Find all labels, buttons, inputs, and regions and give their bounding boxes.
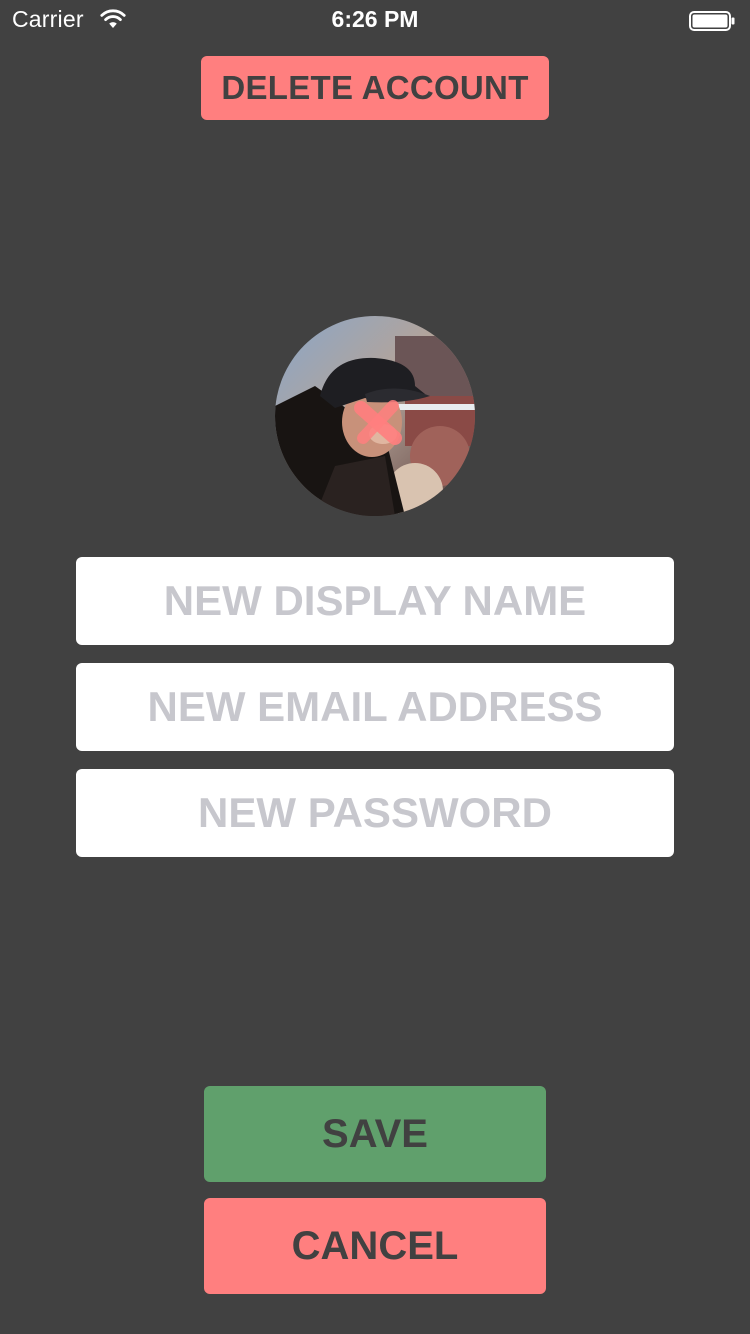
password-field[interactable] bbox=[76, 769, 674, 857]
delete-account-button[interactable]: DELETE ACCOUNT bbox=[201, 56, 549, 120]
status-bar: Carrier 6:26 PM bbox=[0, 0, 750, 40]
battery-icon bbox=[689, 11, 736, 31]
avatar[interactable] bbox=[275, 316, 475, 516]
status-time: 6:26 PM bbox=[331, 6, 419, 32]
save-button[interactable]: SAVE bbox=[204, 1086, 546, 1182]
cancel-button[interactable]: CANCEL bbox=[204, 1198, 546, 1294]
email-field[interactable] bbox=[76, 663, 674, 751]
avatar-photo bbox=[275, 316, 475, 516]
display-name-field[interactable] bbox=[76, 557, 674, 645]
